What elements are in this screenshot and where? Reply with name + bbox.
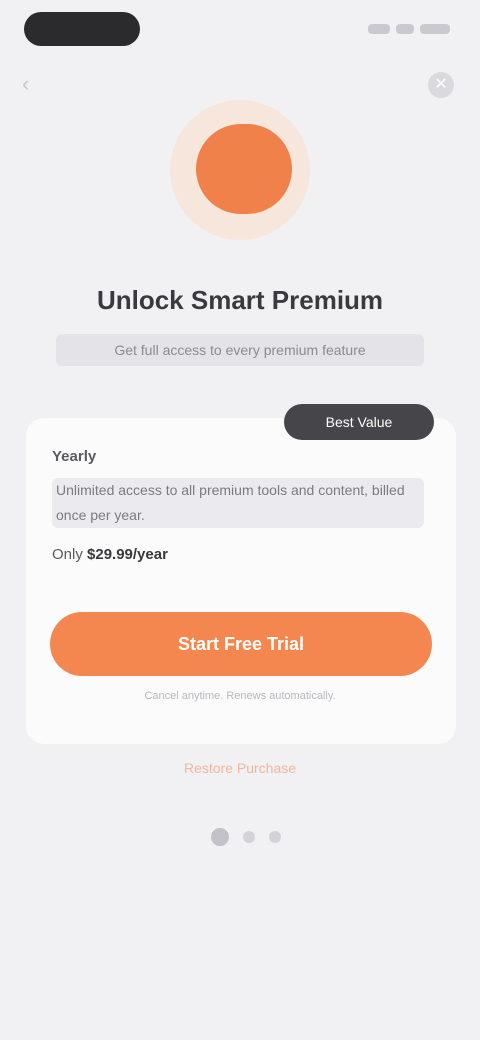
status-bar xyxy=(0,0,480,64)
page-subtitle: Get full access to every premium feature xyxy=(56,334,424,366)
plan-description: Unlimited access to all premium tools an… xyxy=(52,478,424,528)
page-dot-1[interactable] xyxy=(211,828,229,846)
plan-price-row: Only $29.99/year xyxy=(52,546,232,568)
wifi-icon xyxy=(396,24,414,34)
price-value: $29.99/year xyxy=(87,546,168,563)
cta-note: Cancel anytime. Renews automatically. xyxy=(144,690,336,702)
restore-purchase-link[interactable]: Restore Purchase xyxy=(170,760,310,780)
price-prefix: Only xyxy=(52,546,83,563)
premium-icon xyxy=(196,124,292,214)
start-trial-button[interactable]: Start Free Trial xyxy=(50,612,432,676)
back-button[interactable]: ‹ xyxy=(22,72,46,96)
page-indicator xyxy=(206,826,286,848)
page-dot-2[interactable] xyxy=(243,831,255,843)
plan-name: Yearly xyxy=(52,448,97,465)
signal-icon xyxy=(368,24,390,34)
best-value-badge: Best Value xyxy=(284,404,434,440)
page-title: Unlock Smart Premium xyxy=(96,285,384,315)
status-icons xyxy=(358,22,450,36)
page-dot-3[interactable] xyxy=(269,831,281,843)
dynamic-island xyxy=(24,12,140,46)
close-button[interactable]: ✕ xyxy=(428,72,454,98)
battery-icon xyxy=(420,24,450,34)
